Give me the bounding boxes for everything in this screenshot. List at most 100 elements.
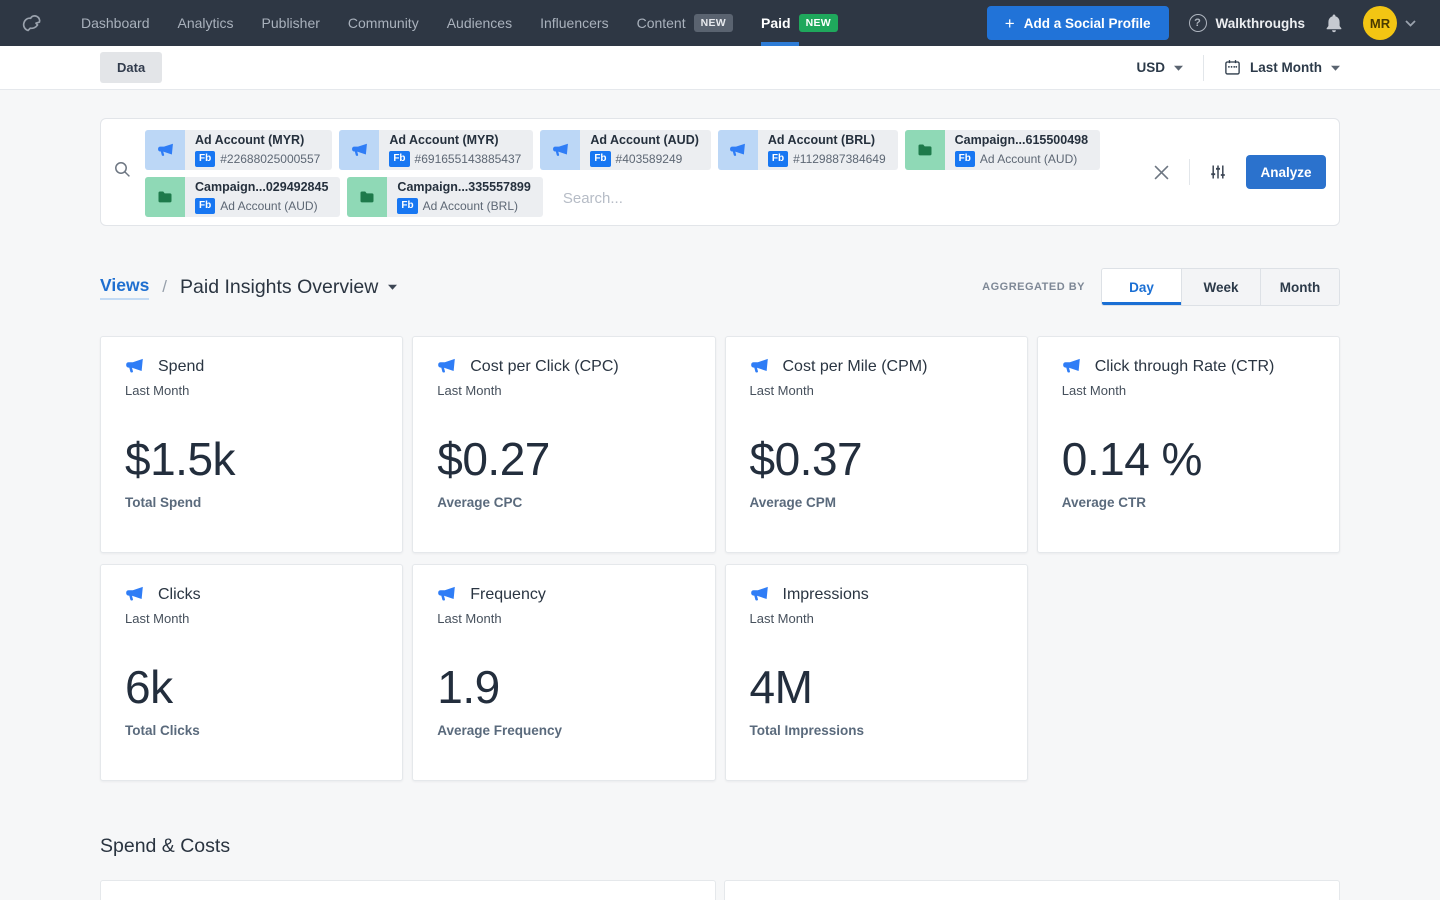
megaphone-icon xyxy=(750,585,769,604)
chip-body: Campaign...335557899 Fb Ad Account (BRL) xyxy=(387,177,542,217)
profile-search-panel: Ad Account (MYR) Fb #22688025000557 Ad A… xyxy=(100,118,1340,226)
view-title-dropdown[interactable]: Paid Insights Overview xyxy=(180,276,397,299)
chip-subtitle: Fb #1129887384649 xyxy=(768,151,886,167)
clear-selection-button[interactable] xyxy=(1150,161,1173,184)
profile-chip[interactable]: Ad Account (AUD) Fb #403589249 xyxy=(540,130,711,170)
tab-data[interactable]: Data xyxy=(100,52,162,83)
metric-value: 1.9 xyxy=(437,660,690,714)
nav-item-paid[interactable]: Paid NEW xyxy=(747,0,852,46)
avatar: MR xyxy=(1363,6,1397,40)
nav-item-dashboard[interactable]: Dashboard xyxy=(67,0,164,46)
metric-value: 4M xyxy=(750,660,1003,714)
search-icon xyxy=(114,161,131,183)
tab-month[interactable]: Month xyxy=(1260,269,1339,305)
user-menu[interactable]: MR xyxy=(1363,6,1416,40)
date-range-value: Last Month xyxy=(1250,60,1322,75)
search-input[interactable] xyxy=(550,182,1139,214)
metric-label: Average CPM xyxy=(750,495,1003,510)
add-social-profile-button[interactable]: + Add a Social Profile xyxy=(987,6,1169,40)
megaphone-icon xyxy=(125,357,144,376)
chip-subtitle: Fb #403589249 xyxy=(590,151,699,167)
notifications-bell-icon[interactable] xyxy=(1325,13,1343,33)
walkthroughs-button[interactable]: ? Walkthroughs xyxy=(1189,14,1306,32)
chip-subtitle: Fb Ad Account (BRL) xyxy=(397,198,530,214)
chip-body: Ad Account (BRL) Fb #1129887384649 xyxy=(758,130,898,170)
chart-card-spend: Spend Last Month Aggregated by Day xyxy=(100,880,716,900)
card-header: Cost per Mile (CPM) xyxy=(750,357,1003,376)
facebook-badge: Fb xyxy=(768,151,788,167)
falcon-logo-icon[interactable] xyxy=(20,10,47,37)
chart-card-cpc: CPC Last Month Aggregated by Day xyxy=(724,880,1340,900)
nav-item-audiences[interactable]: Audiences xyxy=(433,0,526,46)
nav-item-analytics[interactable]: Analytics xyxy=(164,0,248,46)
chip-id: #1129887384649 xyxy=(793,152,886,166)
chip-subtitle: Fb #691655143885437 xyxy=(389,151,521,167)
metric-period: Last Month xyxy=(750,383,1003,398)
nav-item-content[interactable]: Content NEW xyxy=(623,0,747,46)
metric-period: Last Month xyxy=(437,611,690,626)
card-header: Frequency xyxy=(437,585,690,604)
nav-label: Community xyxy=(348,15,419,31)
divider xyxy=(1189,159,1190,185)
chip-body: Campaign...615500498 Fb Ad Account (AUD) xyxy=(945,130,1100,170)
metric-label: Total Impressions xyxy=(750,723,1003,738)
metric-value: $1.5k xyxy=(125,432,378,486)
nav-label: Content xyxy=(637,15,686,31)
folder-icon xyxy=(347,177,387,217)
nav-item-influencers[interactable]: Influencers xyxy=(526,0,622,46)
chip-subtitle: Fb Ad Account (AUD) xyxy=(955,151,1088,167)
nav-label: Publisher xyxy=(262,15,320,31)
chip-subtitle: Fb #22688025000557 xyxy=(195,151,320,167)
section-title-spend-costs: Spend & Costs xyxy=(100,835,1340,858)
profile-chip[interactable]: Ad Account (BRL) Fb #1129887384649 xyxy=(718,130,898,170)
selected-profiles-list: Ad Account (MYR) Fb #22688025000557 Ad A… xyxy=(145,130,1139,217)
breadcrumb-views-link[interactable]: Views xyxy=(100,275,149,300)
facebook-badge: Fb xyxy=(195,151,215,167)
chip-title: Campaign...335557899 xyxy=(397,180,530,196)
primary-nav: Dashboard Analytics Publisher Community … xyxy=(67,0,852,46)
calendar-icon xyxy=(1224,59,1241,76)
add-social-profile-label: Add a Social Profile xyxy=(1024,16,1151,31)
metric-label: Total Clicks xyxy=(125,723,378,738)
campaign-chip[interactable]: Campaign...335557899 Fb Ad Account (BRL) xyxy=(347,177,542,217)
caret-down-icon xyxy=(388,284,397,290)
top-navigation: Dashboard Analytics Publisher Community … xyxy=(0,0,1440,46)
campaign-chip[interactable]: Campaign...615500498 Fb Ad Account (AUD) xyxy=(905,130,1100,170)
profile-chip[interactable]: Ad Account (MYR) Fb #22688025000557 xyxy=(145,130,332,170)
aggregated-by-label: AGGREGATED BY xyxy=(982,281,1085,293)
chip-body: Campaign...029492845 Fb Ad Account (AUD) xyxy=(185,177,340,217)
toolbar-right-controls: USD Last Month xyxy=(1136,55,1340,81)
megaphone-icon xyxy=(437,357,456,376)
chip-parent-account: Ad Account (AUD) xyxy=(980,152,1077,166)
campaign-chip[interactable]: Campaign...029492845 Fb Ad Account (AUD) xyxy=(145,177,340,217)
tab-day[interactable]: Day xyxy=(1102,269,1181,305)
metric-value: 6k xyxy=(125,660,378,714)
nav-label: Influencers xyxy=(540,15,608,31)
megaphone-icon xyxy=(540,130,580,170)
currency-dropdown[interactable]: USD xyxy=(1136,60,1183,75)
profile-chip[interactable]: Ad Account (MYR) Fb #691655143885437 xyxy=(339,130,533,170)
metric-period: Last Month xyxy=(750,611,1003,626)
folder-icon xyxy=(145,177,185,217)
metric-card-clicks: Clicks Last Month 6k Total Clicks xyxy=(100,564,403,781)
metric-title: Cost per Click (CPC) xyxy=(470,358,618,376)
megaphone-icon xyxy=(750,357,769,376)
close-icon xyxy=(1154,165,1169,180)
metric-title: Spend xyxy=(158,358,204,376)
chip-subtitle: Fb Ad Account (AUD) xyxy=(195,198,328,214)
chip-body: Ad Account (MYR) Fb #691655143885437 xyxy=(379,130,533,170)
metric-card-frequency: Frequency Last Month 1.9 Average Frequen… xyxy=(412,564,715,781)
card-header: Spend xyxy=(125,357,378,376)
chevron-down-icon xyxy=(1405,20,1416,27)
nav-item-community[interactable]: Community xyxy=(334,0,433,46)
metric-card-cpm: Cost per Mile (CPM) Last Month $0.37 Ave… xyxy=(725,336,1028,553)
analyze-button[interactable]: Analyze xyxy=(1246,155,1326,189)
tab-week[interactable]: Week xyxy=(1181,269,1260,305)
filter-sliders-button[interactable] xyxy=(1206,160,1230,184)
megaphone-icon xyxy=(125,585,144,604)
metric-label: Average CPC xyxy=(437,495,690,510)
date-range-dropdown[interactable]: Last Month xyxy=(1224,59,1340,76)
aggregation-control: AGGREGATED BY Day Week Month xyxy=(982,268,1340,306)
nav-item-publisher[interactable]: Publisher xyxy=(248,0,334,46)
aggregation-tabs: Day Week Month xyxy=(1101,268,1340,306)
